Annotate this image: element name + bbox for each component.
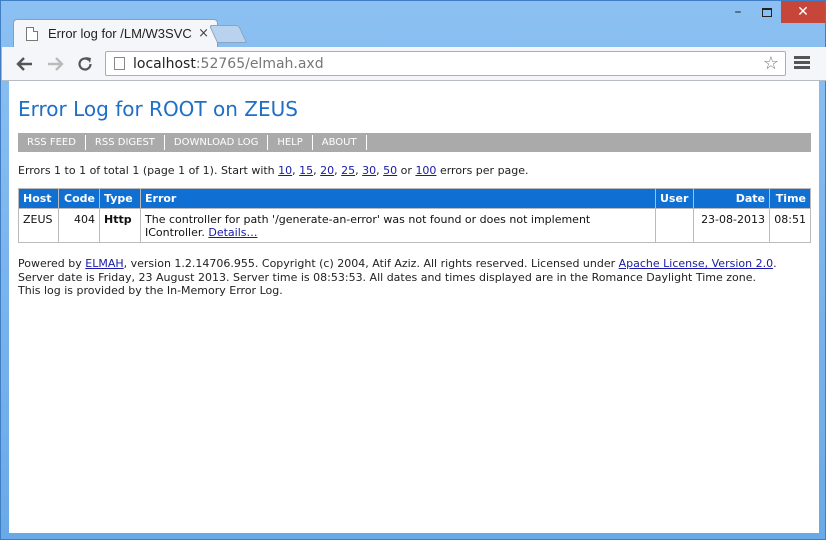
page-size-25[interactable]: 25 [341, 164, 355, 177]
server-time-line: Server date is Friday, 23 August 2013. S… [18, 270, 757, 284]
col-date: Date [693, 188, 770, 209]
menu-icon[interactable] [794, 54, 810, 74]
pager-suffix: errors per page. [439, 164, 529, 177]
tab-title: Error log for /LM/W3SVC/ [48, 26, 193, 41]
page-size-30[interactable]: 30 [362, 164, 376, 177]
page-title: Error Log for ROOT on ZEUS [18, 97, 298, 121]
cell-time: 08:51 [769, 208, 811, 243]
back-arrow-icon[interactable] [12, 52, 38, 76]
col-error: Error [140, 188, 656, 209]
page-footer: Powered by ELMAH, version 1.2.14706.955.… [18, 257, 808, 298]
url-path: :52765/elmah.axd [195, 55, 324, 72]
elmah-link[interactable]: ELMAH [85, 257, 123, 270]
elmah-menubar: RSS FEED RSS DIGEST DOWNLOAD LOG HELP AB… [18, 133, 811, 152]
forward-arrow-icon[interactable] [42, 52, 68, 76]
browser-toolbar: localhost:52765/elmah.axd ☆ [2, 47, 826, 81]
details-link[interactable]: Details… [208, 226, 257, 239]
page-size-10[interactable]: 10 [278, 164, 292, 177]
page-viewport: Error Log for ROOT on ZEUS RSS FEED RSS … [9, 81, 819, 533]
reload-icon[interactable] [72, 52, 98, 76]
col-host: Host [18, 188, 59, 209]
page-icon [114, 57, 125, 70]
rss-feed-link[interactable]: RSS FEED [18, 135, 86, 150]
page-icon [26, 26, 38, 41]
cell-user [655, 208, 694, 243]
tab-close-icon[interactable]: × [198, 26, 209, 41]
url-host: localhost [133, 55, 196, 72]
minimize-button[interactable]: – [723, 1, 753, 23]
download-log-link[interactable]: DOWNLOAD LOG [165, 135, 269, 150]
tab-strip: Error log for /LM/W3SVC/ × [1, 1, 826, 47]
license-link[interactable]: Apache License, Version 2.0 [619, 257, 773, 270]
col-time: Time [769, 188, 811, 209]
col-code: Code [58, 188, 100, 209]
pager-or: or [400, 164, 412, 177]
browser-window: Error log for /LM/W3SVC/ × – ✕ localhost… [0, 0, 826, 540]
maximize-button[interactable] [753, 1, 781, 23]
powered-prefix: Powered by [18, 257, 82, 270]
cell-date: 23-08-2013 [693, 208, 770, 243]
powered-by-line: Powered by ELMAH, version 1.2.14706.955.… [18, 257, 808, 271]
powered-mid: , version 1.2.14706.955. Copyright (c) 2… [123, 257, 616, 270]
url-text: localhost:52765/elmah.axd [133, 56, 324, 72]
table-header-row: Host Code Type Error User Date Time [18, 188, 811, 209]
table-row: ZEUS 404 Http The controller for path '/… [18, 208, 811, 243]
powered-end: . [773, 257, 777, 270]
bookmark-star-icon[interactable]: ☆ [763, 53, 779, 74]
close-window-button[interactable]: ✕ [781, 1, 825, 23]
address-bar[interactable]: localhost:52765/elmah.axd ☆ [105, 51, 786, 76]
col-type: Type [99, 188, 141, 209]
pager-prefix: Errors 1 to 1 of total 1 (page 1 of 1). … [18, 164, 275, 177]
page-size-15[interactable]: 15 [299, 164, 313, 177]
pager: Errors 1 to 1 of total 1 (page 1 of 1). … [18, 164, 529, 177]
browser-tab[interactable]: Error log for /LM/W3SVC/ × [13, 19, 218, 47]
cell-type: Http [99, 208, 141, 243]
page-size-100[interactable]: 100 [415, 164, 436, 177]
page-size-50[interactable]: 50 [383, 164, 397, 177]
maximize-icon [762, 7, 772, 17]
error-table: Host Code Type Error User Date Time ZEUS… [18, 188, 811, 243]
cell-code: 404 [58, 208, 100, 243]
log-provider-line: This log is provided by the In-Memory Er… [18, 284, 283, 297]
cell-host: ZEUS [18, 208, 59, 243]
cell-error: The controller for path '/generate-an-er… [140, 208, 656, 243]
help-link[interactable]: HELP [268, 135, 313, 150]
about-link[interactable]: ABOUT [313, 135, 367, 150]
col-user: User [655, 188, 694, 209]
page-size-20[interactable]: 20 [320, 164, 334, 177]
rss-digest-link[interactable]: RSS DIGEST [86, 135, 165, 150]
